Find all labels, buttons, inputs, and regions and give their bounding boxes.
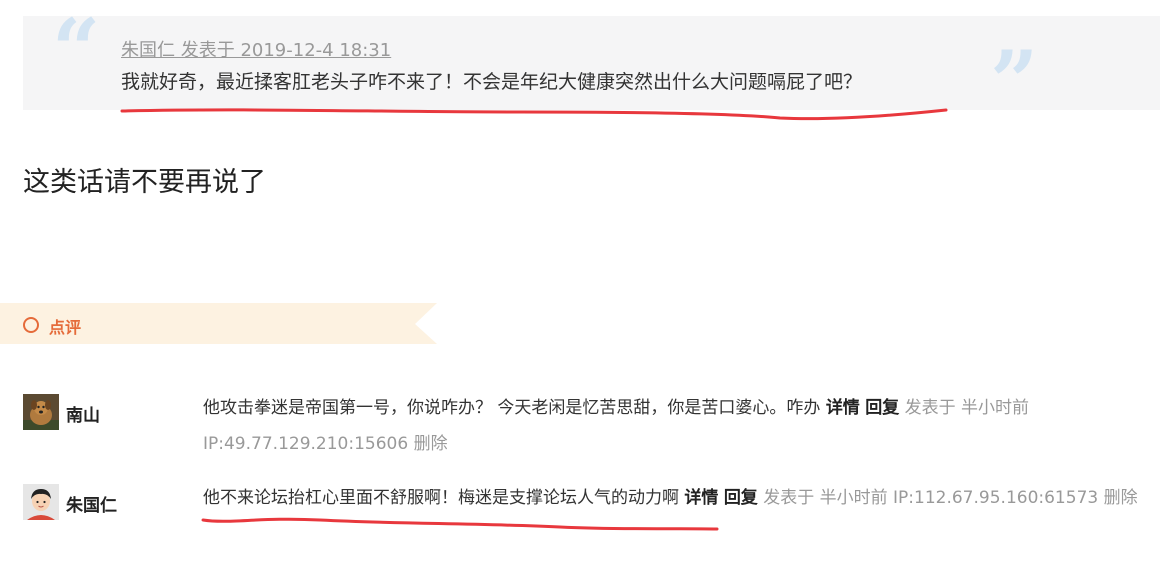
- comment-text: 他攻击拳迷是帝国第一号，你说咋办？ 今天老闲是忆苦思甜，你是苦口婆心。咋办: [203, 398, 821, 418]
- avatar-dog-icon[interactable]: [23, 394, 59, 430]
- reply-link[interactable]: 回复: [724, 488, 758, 508]
- quote-text: 我就好奇，最近揉客肛老头子咋不来了！不会是年纪大健康突然出什么大问题嗝屁了吧？: [121, 71, 863, 93]
- comment-meta: 发表于 半小时前 IP:112.67.95.160:61573: [763, 488, 1099, 508]
- delete-link[interactable]: 删除: [414, 434, 448, 454]
- comment-username[interactable]: 南山: [66, 401, 100, 426]
- close-quote-icon: ”: [990, 32, 1039, 131]
- comment-username[interactable]: 朱国仁: [66, 491, 117, 516]
- comment-body: 他不来论坛抬杠心里面不舒服啊！梅迷是支撑论坛人气的动力啊 详情 回复 发表于 半…: [203, 480, 1163, 516]
- section-title: 点评: [49, 318, 82, 337]
- circle-icon: [23, 317, 39, 333]
- details-link[interactable]: 详情: [684, 488, 718, 508]
- annotation-underline-quote: [120, 108, 948, 121]
- quote-meta[interactable]: 朱国仁 发表于 2019-12-4 18:31: [121, 36, 391, 62]
- reply-link[interactable]: 回复: [865, 398, 899, 418]
- details-link[interactable]: 详情: [826, 398, 860, 418]
- reply-text: 这类话请不要再说了: [23, 167, 266, 198]
- annotation-underline-comment: [201, 517, 719, 531]
- comment-text: 他不来论坛抬杠心里面不舒服啊！梅迷是支撑论坛人气的动力啊: [203, 488, 679, 508]
- avatar-person-icon[interactable]: [23, 484, 59, 520]
- open-quote-icon: “: [52, 0, 101, 99]
- comment-body: 他攻击拳迷是帝国第一号，你说咋办？ 今天老闲是忆苦思甜，你是苦口婆心。咋办 详情…: [203, 390, 1083, 462]
- delete-link[interactable]: 删除: [1104, 488, 1138, 508]
- section-notch: [415, 303, 437, 344]
